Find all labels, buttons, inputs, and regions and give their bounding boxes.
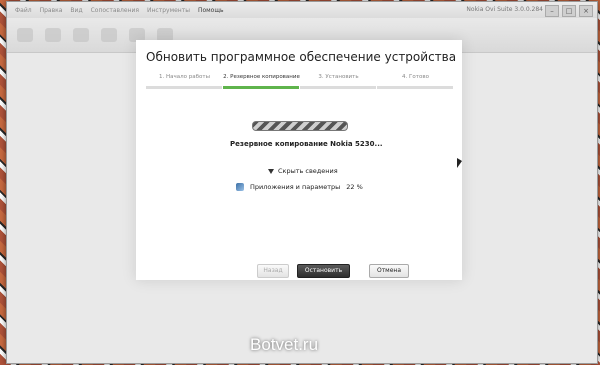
stop-button[interactable]: Остановить [297,264,350,278]
progress-indicator [252,121,348,131]
step-2-label: 2. Резервное копирование [223,74,300,80]
window-controls: – □ × [545,5,593,17]
menu-help[interactable]: Помощь [198,7,224,14]
detail-row: Приложения и параметры 22 % [236,183,363,191]
window-title: Nokia Ovi Suite 3.0.0.284 [466,6,543,13]
step-2-bar [223,86,299,89]
step-1-label: 1. Начало работы [159,74,210,80]
menu-sync[interactable]: Сопоставления [91,7,139,14]
applications-icon [236,183,244,191]
step-3-bar [300,86,376,89]
calendar-icon[interactable] [101,28,117,42]
maximize-button[interactable]: □ [562,5,576,17]
collapse-triangle-icon [268,168,274,174]
toggle-details-label: Скрыть сведения [278,167,338,175]
close-button[interactable]: × [579,5,593,17]
messages-icon[interactable] [73,28,89,42]
step-4-bar [377,86,453,89]
step-1-bar [146,86,222,89]
cancel-button[interactable]: Отмена [369,264,409,278]
mouse-cursor-icon [457,158,462,168]
menu-bar: Файл Правка Вид Сопоставления Инструмент… [7,2,597,18]
step-4-label: 4. Готово [402,74,429,80]
menu-tools[interactable]: Инструменты [147,7,190,14]
step-3-label: 3. Установить [318,74,359,80]
status-text: Резервное копирование Nokia 5230... [230,140,383,148]
toggle-details[interactable]: Скрыть сведения [268,167,338,175]
dialog-title: Обновить программное обеспечение устройс… [146,50,457,64]
detail-label: Приложения и параметры [250,183,341,191]
menu-view[interactable]: Вид [70,7,82,14]
minimize-button[interactable]: – [545,5,559,17]
menu-edit[interactable]: Правка [40,7,63,14]
detail-value: 22 % [346,183,363,191]
contacts-icon[interactable] [45,28,61,42]
back-button[interactable]: Назад [257,264,289,278]
menu-file[interactable]: Файл [15,7,32,14]
home-icon[interactable] [17,28,33,42]
wizard-steps: 1. Начало работы 2. Резервное копировани… [146,74,454,90]
watermark: Botvet.ru [250,335,319,354]
